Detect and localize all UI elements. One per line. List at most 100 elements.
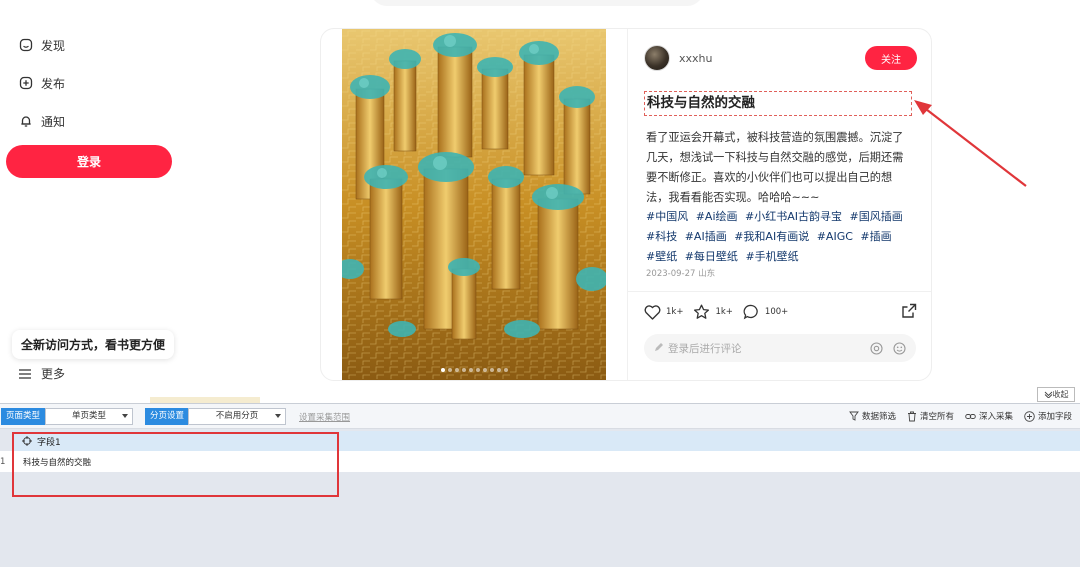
field-column-header[interactable]: 字段1 [12, 431, 1080, 451]
heart-icon [644, 304, 661, 320]
comment-tools [870, 341, 906, 355]
note-title: 科技与自然的交融 [644, 91, 912, 116]
hashtag-link[interactable]: #AIGC [817, 230, 853, 243]
tip-bubble: 全新访问方式，看书更方便 [12, 330, 175, 359]
publish-icon [18, 76, 33, 91]
pager-dot[interactable] [468, 368, 473, 372]
hashtag-link[interactable]: #Ai绘画 [696, 210, 738, 223]
chevron-down-icon [1044, 391, 1052, 398]
hashtag-link[interactable]: #插画 [860, 230, 891, 243]
add-circle-icon [1024, 410, 1035, 422]
share-icon[interactable] [901, 303, 917, 322]
table-row[interactable]: 1 科技与自然的交融 [0, 451, 1080, 472]
follow-button[interactable]: 关注 [865, 46, 917, 70]
trash-icon [907, 411, 916, 421]
pager-dot[interactable] [440, 368, 445, 372]
login-button[interactable]: 登录 [6, 145, 172, 178]
collapse-label: 收起 [1052, 390, 1069, 399]
clear-all-button[interactable]: 清空所有 [907, 410, 954, 422]
author-name[interactable]: xxxhu [679, 52, 712, 65]
pager-dot[interactable] [447, 368, 452, 372]
more-label: 更多 [41, 367, 66, 381]
hashtag-link[interactable]: #壁纸 [646, 250, 677, 263]
hashtag-link[interactable]: #小红书AI古韵寻宝 [745, 210, 842, 223]
hashtag-link[interactable]: #手机壁纸 [745, 250, 798, 263]
sidebar-item-notify[interactable]: 通知 [0, 102, 180, 140]
pagination-label: 分页设置 [145, 408, 190, 425]
add-field-button[interactable]: 添加字段 [1024, 410, 1072, 422]
caret-down-icon [122, 414, 128, 418]
like-count: 1k+ [666, 307, 684, 317]
pagination-value: 不启用分页 [215, 411, 259, 421]
pager-dot[interactable] [454, 368, 459, 372]
like-button[interactable]: 1k+ [644, 304, 684, 320]
filter-button[interactable]: 数据筛选 [849, 410, 896, 422]
bell-icon [18, 114, 33, 129]
page-type-value: 单页类型 [71, 411, 106, 421]
hashtag-link[interactable]: #国风插画 [850, 210, 903, 223]
pagination-select[interactable]: 不启用分页 [188, 408, 286, 425]
comment-placeholder: 登录后进行评论 [668, 342, 742, 355]
menu-icon [18, 367, 32, 381]
page-type-select[interactable]: 单页类型 [45, 408, 133, 425]
note-description: 看了亚运会开幕式，被科技营造的氛围震撼。沉淀了几天，想浅试一下科技与自然交融的感… [646, 131, 904, 204]
sidebar-item-label: 通知 [41, 114, 66, 129]
hashtag-link[interactable]: #AI插画 [685, 230, 727, 243]
sidebar-item-label: 发布 [41, 76, 66, 91]
comment-icon [743, 304, 758, 320]
caret-down-icon [275, 414, 281, 418]
pager-dot[interactable] [461, 368, 466, 372]
row-number: 1 [0, 456, 6, 467]
image-pager[interactable] [342, 368, 606, 372]
deep-collect-button[interactable]: 深入采集 [965, 410, 1013, 422]
pager-dot[interactable] [475, 368, 480, 372]
collapse-button[interactable]: 收起 [1037, 387, 1075, 402]
avatar[interactable] [644, 45, 670, 71]
note-card: xxxhu 关注 科技与自然的交融 看了亚运会开幕式，被科技营造的氛围震撼。沉淀… [320, 28, 932, 381]
hashtag-link[interactable]: #科技 [646, 230, 677, 243]
discover-icon [18, 38, 33, 53]
hashtag-link[interactable]: #每日壁纸 [685, 250, 738, 263]
annotation-arrow-icon [914, 100, 1027, 187]
more-menu[interactable]: 更多 [18, 365, 65, 382]
link-icon [965, 413, 976, 419]
pager-dot[interactable] [482, 368, 487, 372]
crosshair-icon [22, 436, 32, 446]
sidebar-item-label: 发现 [41, 38, 66, 53]
note-detail: xxxhu 关注 科技与自然的交融 看了亚运会开幕式，被科技营造的氛围震撼。沉淀… [627, 29, 931, 380]
pager-dot[interactable] [489, 368, 494, 372]
collect-button[interactable]: 1k+ [693, 304, 733, 320]
pager-dot[interactable] [496, 368, 501, 372]
tag-list: #中国风 #Ai绘画 #小红书AI古韵寻宝 #国风插画 #科技 #AI插画 #我… [646, 207, 911, 267]
hashtag-link[interactable]: #中国风 [646, 210, 688, 223]
engagement-bar: 1k+ 1k+ 100+ [644, 301, 917, 323]
author-row: xxxhu 关注 [644, 44, 917, 72]
divider [628, 291, 931, 292]
page-type-label: 页面类型 [1, 408, 46, 425]
action-label: 清空所有 [919, 412, 954, 422]
sidebar-item-discover[interactable]: 发现 [0, 26, 180, 64]
comment-input[interactable]: 登录后进行评论 [644, 334, 916, 362]
table-cell: 科技与自然的交融 [23, 457, 92, 468]
filter-icon [849, 411, 859, 421]
note-image[interactable] [342, 29, 606, 380]
action-label: 添加字段 [1037, 412, 1072, 422]
logo[interactable] [16, 0, 64, 4]
comment-button[interactable]: 100+ [743, 304, 788, 320]
pen-icon [654, 342, 664, 355]
emoji-icon[interactable] [893, 341, 906, 355]
sidebar-item-publish[interactable]: 发布 [0, 64, 180, 102]
pager-dot[interactable] [503, 368, 508, 372]
set-range-link[interactable]: 设置采集范围 [299, 411, 350, 423]
note-date: 2023-09-27 山东 [646, 269, 716, 279]
scraper-panel: 页面类型 单页类型 分页设置 不启用分页 设置采集范围 数据筛选 清空所有 深入… [0, 403, 1080, 567]
search-bar[interactable] [370, 0, 704, 6]
action-label: 深入采集 [978, 412, 1013, 422]
field-name: 字段1 [37, 437, 61, 448]
page: 发现 发布 通知 登录 全新访问方式，看书更方便 更多 xxxhu 关注 科技与… [0, 0, 1080, 567]
at-icon[interactable] [870, 341, 883, 355]
sidebar: 发现 发布 通知 登录 [0, 26, 180, 178]
star-icon [694, 304, 710, 319]
scraper-toolbar: 页面类型 单页类型 分页设置 不启用分页 设置采集范围 数据筛选 清空所有 深入… [0, 404, 1080, 429]
hashtag-link[interactable]: #我和AI有画说 [734, 230, 809, 243]
